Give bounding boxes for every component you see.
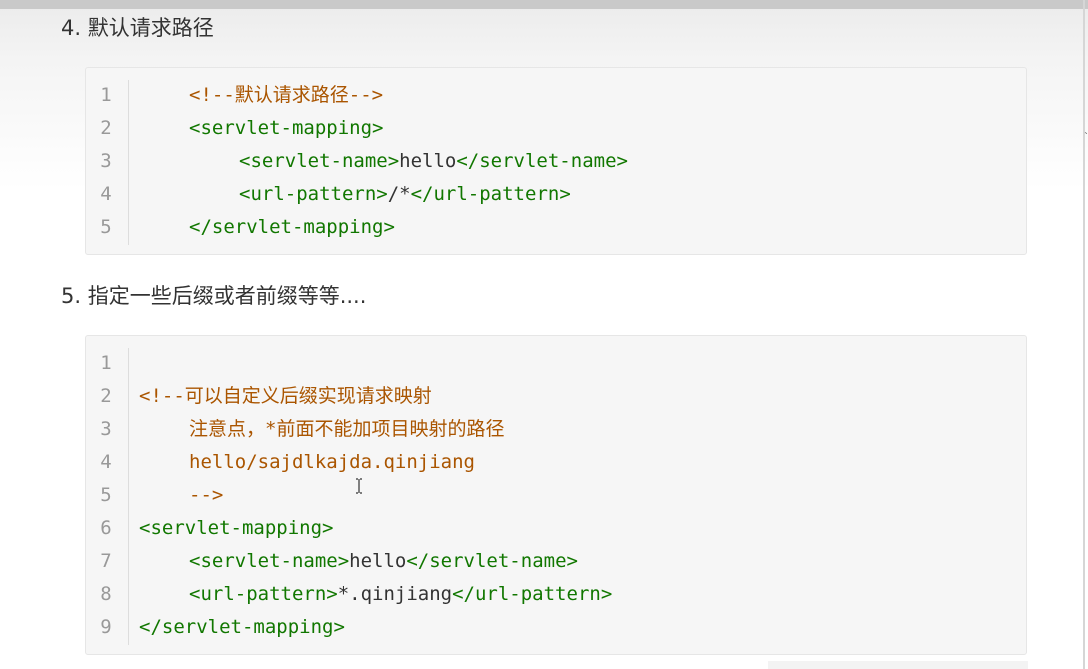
code-line: 3 注意点，*前面不能加项目映射的路径 bbox=[86, 413, 1026, 446]
line-number: 7 bbox=[100, 550, 112, 572]
code-tag: </servlet-mapping> bbox=[139, 616, 345, 638]
code-text: /* bbox=[387, 183, 411, 205]
line-number: 3 bbox=[100, 150, 112, 172]
code-tag: <servlet-mapping> bbox=[189, 117, 384, 139]
code-line: 4 <url-pattern>/*</url-pattern> bbox=[86, 178, 1026, 211]
code-line: 2 <servlet-mapping> bbox=[86, 112, 1026, 145]
line-number: 9 bbox=[100, 616, 112, 638]
line-number: 1 bbox=[100, 84, 112, 106]
code-element: <url-pattern>*.qinjiang</url-pattern> bbox=[189, 578, 612, 611]
code-line: 7 <servlet-name>hello</servlet-name> bbox=[86, 545, 1026, 578]
code-line: 5 --> bbox=[86, 479, 1026, 512]
line-number: 5 bbox=[100, 216, 112, 238]
text-cursor-icon bbox=[356, 478, 362, 494]
code-comment: hello/sajdlkajda.qinjiang bbox=[189, 451, 475, 473]
code-close-tag: </servlet-name> bbox=[456, 150, 628, 172]
section-heading-4: 4. 默认请求路径 bbox=[61, 16, 214, 40]
code-line: 6 <servlet-mapping> bbox=[86, 512, 1026, 545]
code-text: *.qinjiang bbox=[337, 583, 453, 605]
code-close-tag: </url-pattern> bbox=[410, 183, 571, 205]
code-comment: <!--可以自定义后缀实现请求映射 bbox=[139, 385, 432, 407]
code-comment: <!--默认请求路径--> bbox=[189, 84, 384, 106]
line-number: 1 bbox=[100, 352, 112, 374]
code-line: 3 <servlet-name>hello</servlet-name> bbox=[86, 145, 1026, 178]
line-number: 2 bbox=[100, 385, 112, 407]
code-line: 1 bbox=[86, 347, 1026, 380]
scrollbar-marker: ` bbox=[1084, 132, 1088, 143]
code-line: 1 <!--默认请求路径--> bbox=[86, 79, 1026, 112]
code-tag: <servlet-mapping> bbox=[139, 517, 334, 539]
document-page: ` 4. 默认请求路径 1 <!--默认请求路径--> 2 <servlet-m… bbox=[0, 0, 1088, 669]
code-close-tag: </url-pattern> bbox=[452, 583, 613, 605]
code-text: hello bbox=[399, 150, 457, 172]
code-element: <servlet-name>hello</servlet-name> bbox=[239, 145, 628, 178]
line-number: 2 bbox=[100, 117, 112, 139]
line-number: 4 bbox=[100, 451, 112, 473]
line-number: 3 bbox=[100, 418, 112, 440]
code-tag: </servlet-mapping> bbox=[189, 216, 395, 238]
section-heading-5: 5. 指定一些后缀或者前缀等等.... bbox=[61, 284, 367, 308]
code-block-default-path[interactable]: 1 <!--默认请求路径--> 2 <servlet-mapping> 3 <s… bbox=[85, 67, 1027, 255]
code-comment: 注意点，*前面不能加项目映射的路径 bbox=[189, 418, 505, 440]
code-open-tag: <url-pattern> bbox=[189, 583, 338, 605]
code-open-tag: <servlet-name> bbox=[189, 550, 350, 572]
code-line: 8 <url-pattern>*.qinjiang</url-pattern> bbox=[86, 578, 1026, 611]
line-number: 8 bbox=[100, 583, 112, 605]
code-line: 5 </servlet-mapping> bbox=[86, 211, 1026, 244]
code-close-tag: </servlet-name> bbox=[406, 550, 578, 572]
code-block-suffix-mapping[interactable]: 1 2 <!--可以自定义后缀实现请求映射 3 注意点，*前面不能加项目映射的路… bbox=[85, 335, 1027, 655]
code-text: hello bbox=[349, 550, 407, 572]
top-toolbar-edge bbox=[0, 0, 1088, 9]
line-number: 4 bbox=[100, 183, 112, 205]
code-open-tag: <url-pattern> bbox=[239, 183, 388, 205]
code-open-tag: <servlet-name> bbox=[239, 150, 400, 172]
code-line: 9 </servlet-mapping> bbox=[86, 611, 1026, 644]
code-comment: --> bbox=[189, 484, 224, 506]
line-number: 5 bbox=[100, 484, 112, 506]
code-line: 2 <!--可以自定义后缀实现请求映射 bbox=[86, 380, 1026, 413]
code-line: 4 hello/sajdlkajda.qinjiang bbox=[86, 446, 1026, 479]
code-element: <url-pattern>/*</url-pattern> bbox=[239, 178, 571, 211]
scrollbar-track[interactable] bbox=[1083, 0, 1085, 669]
next-block-edge bbox=[768, 661, 1028, 669]
line-number: 6 bbox=[100, 517, 112, 539]
code-element: <servlet-name>hello</servlet-name> bbox=[189, 545, 578, 578]
